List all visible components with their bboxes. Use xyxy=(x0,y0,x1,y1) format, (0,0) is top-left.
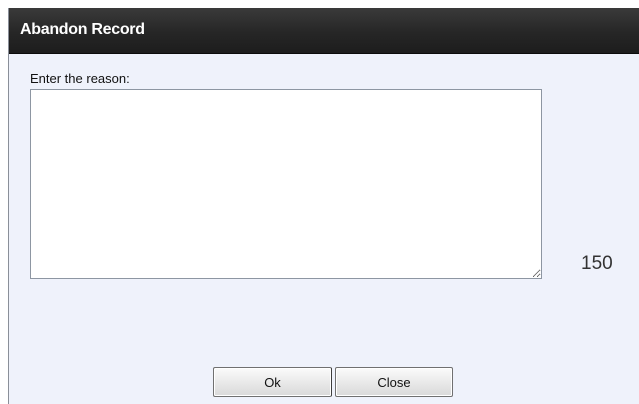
reason-label: Enter the reason: xyxy=(30,71,130,86)
dialog-title: Abandon Record xyxy=(20,21,145,38)
reason-textarea[interactable] xyxy=(30,89,542,279)
abandon-record-dialog: Abandon Record Enter the reason: 150 Ok … xyxy=(8,8,639,404)
dialog-titlebar[interactable]: Abandon Record xyxy=(9,8,639,54)
ok-button[interactable]: Ok xyxy=(213,367,332,397)
character-counter: 150 xyxy=(581,253,613,274)
close-button[interactable]: Close xyxy=(335,367,453,397)
